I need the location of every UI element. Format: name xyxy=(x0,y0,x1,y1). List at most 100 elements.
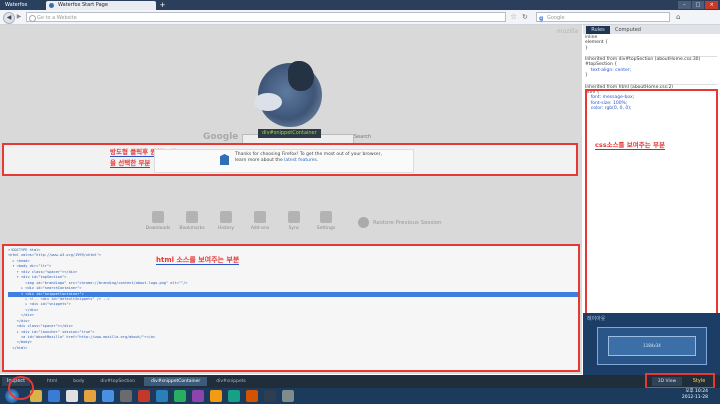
app-icon[interactable] xyxy=(156,390,168,402)
annotation-box-style xyxy=(645,373,715,389)
app-icon[interactable] xyxy=(102,390,114,402)
breadcrumb-item-active[interactable]: div#snippetContainer xyxy=(144,377,208,386)
launcher-label: Settings xyxy=(316,226,336,231)
clock-icon xyxy=(220,211,232,223)
html-source-code: <!DOCTYPE html> <html xmlns="http://www.… xyxy=(8,248,578,351)
layout-panel: 레이아웃 1184x34 xyxy=(583,313,720,375)
css-rule-line: } xyxy=(585,111,588,117)
tab-title: Waterfox Start Page xyxy=(58,2,108,8)
snippet-text: Thanks for choosing Firefox! To get the … xyxy=(235,152,395,164)
app-icon[interactable] xyxy=(246,390,258,402)
breadcrumb-item[interactable]: div#topSection xyxy=(93,377,142,386)
back-button[interactable]: ◀ xyxy=(3,12,15,24)
favicon-icon xyxy=(49,3,54,8)
snippet-text-2: learn more about the xyxy=(235,158,285,163)
restore-session-button[interactable]: Restore Previous Session xyxy=(358,217,442,228)
site-identity-icon xyxy=(29,15,36,22)
layout-title: 레이아웃 xyxy=(587,316,606,322)
app-icon[interactable] xyxy=(138,390,150,402)
minimize-button[interactable]: – xyxy=(678,1,691,9)
logo-tail xyxy=(254,93,282,111)
snippet-end: . xyxy=(316,158,319,163)
tab-computed[interactable]: Computed xyxy=(613,26,643,34)
app-icon[interactable] xyxy=(210,390,222,402)
launcher-downloads[interactable]: Downloads xyxy=(145,211,171,231)
devtools-toolbar: Inspect html body div#topSection div#sni… xyxy=(0,375,720,388)
css-rules-panel: Rules Computed inline element { } Inheri… xyxy=(583,25,720,376)
url-placeholder: Go to a Website xyxy=(37,15,77,21)
forward-button[interactable]: ▶ xyxy=(15,13,23,21)
download-icon xyxy=(152,211,164,223)
launcher-sync[interactable]: Sync xyxy=(281,211,307,231)
annotation-html: html 소스를 보여주는 부분 xyxy=(156,255,240,265)
annotation-css-text: css소스를 보여주는 부분 xyxy=(595,141,665,150)
page-search-button[interactable]: Search xyxy=(354,134,371,140)
new-tab-button[interactable]: + xyxy=(158,1,167,9)
search-bar[interactable]: g Google xyxy=(536,12,670,22)
app-icon[interactable] xyxy=(66,390,78,402)
navigation-toolbar: ◀ ▶ Go to a Website ☆ ↻ g Google ⌂ xyxy=(0,10,720,25)
launcher-settings[interactable]: Settings xyxy=(313,211,339,231)
bookmark-star-icon[interactable]: ☆ xyxy=(510,12,520,22)
reload-icon[interactable]: ↻ xyxy=(522,12,532,22)
app-icon[interactable] xyxy=(282,390,294,402)
app-icon[interactable] xyxy=(174,390,186,402)
google-label: Google xyxy=(203,132,239,142)
breadcrumb-item[interactable]: body xyxy=(66,377,91,386)
app-icon[interactable] xyxy=(192,390,204,402)
restore-icon xyxy=(358,217,369,228)
launcher-label: History xyxy=(217,226,234,231)
html-source-panel[interactable]: <!DOCTYPE html> <html xmlns="http://www.… xyxy=(2,244,580,372)
home-icon[interactable]: ⌂ xyxy=(676,12,686,22)
system-clock[interactable]: 오후 10:24 2012-11-28 xyxy=(682,389,708,401)
gear-icon xyxy=(320,211,332,223)
box-model: 1184x34 xyxy=(597,327,707,365)
close-button[interactable]: × xyxy=(705,1,719,9)
sync-icon xyxy=(288,211,300,223)
app-icon[interactable] xyxy=(84,390,96,402)
tab-rules[interactable]: Rules xyxy=(586,26,610,34)
annotation-html-text: html 소스를 보여주는 부분 xyxy=(156,256,240,265)
browser-titlebar: Waterfox Waterfox Start Page + – □ × xyxy=(0,0,720,10)
logo-head xyxy=(288,61,314,91)
snippet-link[interactable]: latest features xyxy=(284,158,317,163)
search-placeholder: Google xyxy=(547,15,565,21)
mozilla-wordmark: mozilla xyxy=(556,28,578,35)
breadcrumb-item[interactable]: html xyxy=(40,377,64,386)
launcher-bookmarks[interactable]: Bookmarks xyxy=(179,211,205,231)
windows-taskbar: 오후 10:24 2012-11-28 xyxy=(0,388,720,404)
css-tabs: Rules Computed xyxy=(583,25,720,34)
snippet-text-1: Thanks for choosing Firefox! To get the … xyxy=(235,152,382,157)
shield-icon xyxy=(220,154,229,165)
annotation-css: css소스를 보여주는 부분 xyxy=(595,139,665,150)
launcher-label: Bookmarks xyxy=(179,226,205,231)
css-rules-list: inline element { } Inherited from div#to… xyxy=(585,35,717,116)
app-icon[interactable] xyxy=(264,390,276,402)
box-model-content: 1184x34 xyxy=(608,336,696,356)
app-menu-button[interactable]: Waterfox xyxy=(2,1,42,9)
selected-snippet-highlight[interactable]: 방도형 클릭후 원하는 곳 을 선택한 부분 Thanks for choosi… xyxy=(2,143,578,176)
launcher-label: Downloads xyxy=(145,226,171,231)
browser-tab[interactable]: Waterfox Start Page xyxy=(46,1,156,10)
launcher-addons[interactable]: Add-ons xyxy=(247,211,273,231)
breadcrumb-item[interactable]: div#snippets xyxy=(209,377,253,386)
launcher-label: Add-ons xyxy=(250,226,270,231)
puzzle-icon xyxy=(254,211,266,223)
app-icon[interactable] xyxy=(120,390,132,402)
clock-date: 2012-11-28 xyxy=(681,395,708,400)
brand-logo xyxy=(254,61,322,127)
google-icon: g xyxy=(539,15,544,22)
maximize-button[interactable]: □ xyxy=(691,1,705,9)
app-icon[interactable] xyxy=(228,390,240,402)
source-line[interactable]: </html> xyxy=(8,346,578,351)
annotation-snippet-line2: 을 선택한 부분 xyxy=(110,159,151,168)
star-icon xyxy=(186,211,198,223)
app-icon[interactable] xyxy=(48,390,60,402)
launcher-history[interactable]: History xyxy=(213,211,239,231)
window-controls: – □ × xyxy=(678,1,719,9)
breadcrumb: html body div#topSection div#snippetCont… xyxy=(40,377,253,386)
launcher-label: Sync xyxy=(288,226,300,231)
annotation-circle-inspect xyxy=(8,376,34,400)
url-bar[interactable]: Go to a Website xyxy=(26,12,506,22)
restore-label: Restore Previous Session xyxy=(373,220,442,226)
